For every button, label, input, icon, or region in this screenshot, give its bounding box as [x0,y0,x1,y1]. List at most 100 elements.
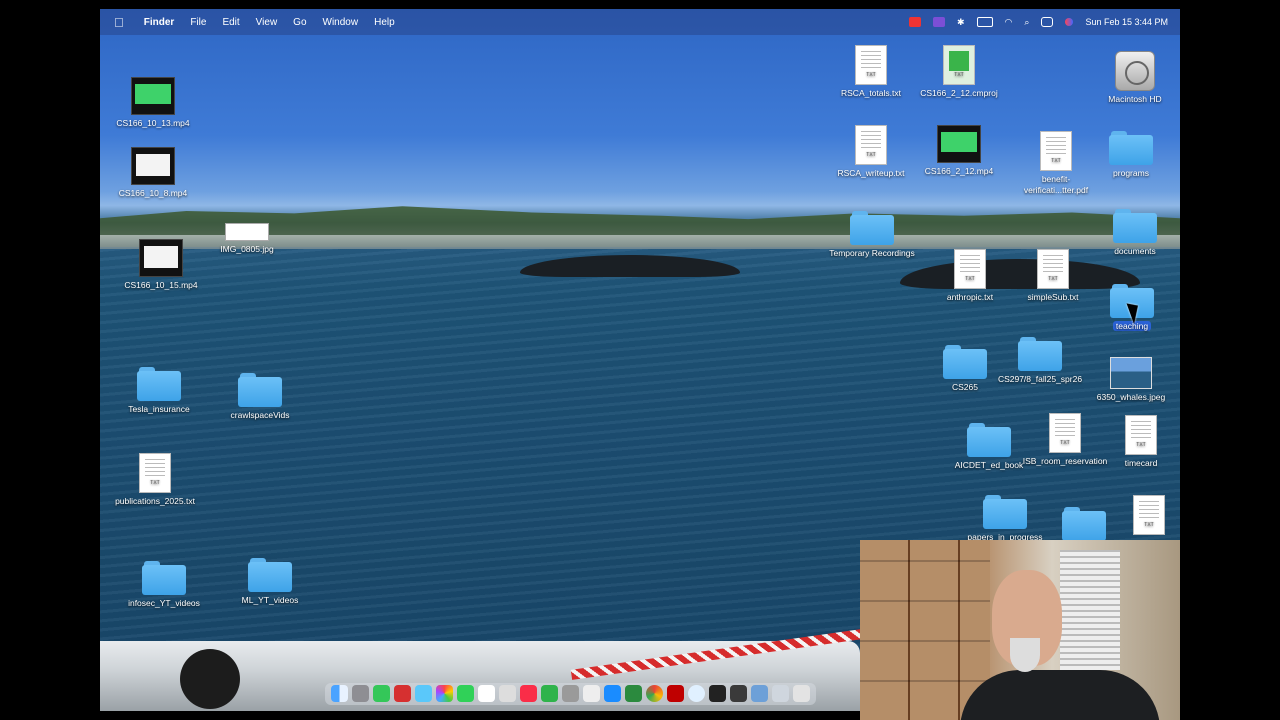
wallpaper-gear [180,649,240,709]
image-file-icon [1110,357,1152,389]
folder-icon [137,367,181,401]
folder-icon [983,495,1027,529]
desktop-file-rsca-totals[interactable]: RSCA_totals.txt [826,45,916,99]
terminal-icon[interactable] [709,685,726,702]
video-thumbnail-icon [131,77,175,115]
hard-drive-icon [1115,51,1155,91]
text-file-icon [855,125,887,165]
desktop-file-rsca-writeup[interactable]: RSCA_writeup.txt [826,125,916,179]
text-file-icon [1125,415,1157,455]
text-file-icon [954,249,986,289]
webcam-person-body [960,670,1160,720]
desktop-folder-papers-in-progress[interactable]: papers_in_progress [960,495,1050,543]
notes-icon[interactable] [499,685,516,702]
desktop-folder-programs[interactable]: programs [1086,131,1176,179]
video-thumbnail-icon [139,239,183,277]
desktop-folder-infosec-yt-videos[interactable]: infosec_YT_videos [119,561,209,609]
bluetooth-icon[interactable]: ✱ [957,17,965,28]
video-thumbnail-icon [131,147,175,185]
siri-icon[interactable] [1065,18,1074,26]
text-file-icon [855,45,887,85]
folder-icon [967,423,1011,457]
folder-icon [238,373,282,407]
desktop-video-cs166-10-13[interactable]: CS166_10_13.mp4 [108,77,198,129]
numbers-icon[interactable] [541,685,558,702]
desktop-drive-macintosh-hd[interactable]: Macintosh HD [1090,51,1180,105]
folder-icon [1062,507,1106,541]
desktop-folder-cs297[interactable]: CS297/8_fall25_spr26 [995,337,1085,385]
battery-icon[interactable] [976,17,993,27]
folder-icon [850,211,894,245]
photos-icon[interactable] [436,685,453,702]
menu-view[interactable]: View [248,17,286,28]
folder-icon [248,558,292,592]
wifi-icon[interactable]: ◠ [1005,17,1013,28]
menu-app-finder[interactable]: Finder [136,17,183,28]
menu-clock[interactable]: Sun Feb 15 3:44 PM [1085,17,1168,27]
desktop-folder-crawlspacevids[interactable]: crawlspaceVids [215,373,305,421]
desktop-file-cs166-2-12-cmproj[interactable]: CS166_2_12.cmproj [914,45,1004,99]
folder-icon [142,561,186,595]
messages-icon[interactable] [373,685,390,702]
safari-icon[interactable] [688,685,705,702]
maps-icon[interactable] [415,685,432,702]
app-store-icon[interactable] [604,685,621,702]
folder-icon [943,345,987,379]
desktop-image-img-0805[interactable]: IMG_0805.jpg [202,223,292,255]
downloads-icon[interactable] [772,685,789,702]
pencil-icon[interactable] [583,685,600,702]
desktop-file-anthropic[interactable]: anthropic.txt [925,249,1015,303]
desktop-folder-documents[interactable]: documents [1090,209,1180,257]
desktop-video-cs166-2-12[interactable]: CS166_2_12.mp4 [914,125,1004,177]
menu-file[interactable]: File [182,17,214,28]
project-file-icon [943,45,975,85]
desktop-image-6350-whales[interactable]: 6350_whales.jpeg [1086,357,1176,403]
desktop-file-timecard[interactable]: timecard [1096,415,1180,469]
folder-icon [1113,209,1157,243]
menu-help[interactable]: Help [366,17,403,28]
trash-icon[interactable] [793,685,810,702]
dock [325,683,816,705]
desktop-file-partial[interactable] [1104,495,1180,538]
webcam-background-tiles [860,540,990,720]
screenshot-icon[interactable] [562,685,579,702]
quicktime-icon[interactable] [730,685,747,702]
text-file-icon [139,453,171,493]
chrome-icon[interactable] [646,685,663,702]
image-file-icon [225,223,269,241]
pdf-file-icon [1040,131,1072,171]
desktop-folder-temporary-recordings[interactable]: Temporary Recordings [827,211,917,259]
camtasia-icon[interactable] [625,685,642,702]
control-center-icon[interactable] [1041,17,1054,27]
status-area: ✱ ◠ ⌕ Sun Feb 15 3:44 PM [908,9,1180,35]
folder-icon [1018,337,1062,371]
menu-window[interactable]: Window [315,17,367,28]
webcam-background-window [1060,550,1120,670]
filezilla-icon[interactable] [667,685,684,702]
record-icon[interactable] [908,17,921,27]
screen-share-icon[interactable] [932,17,945,27]
desktop-video-cs166-10-15[interactable]: CS166_10_15.mp4 [116,239,206,291]
apple-icon[interactable]:  [100,15,136,30]
text-file-icon [1049,413,1081,453]
shield-icon[interactable] [394,685,411,702]
desktop-folder-tesla-insurance[interactable]: Tesla_insurance [114,367,204,415]
search-icon[interactable]: ⌕ [1024,17,1029,28]
preview-icon[interactable] [751,685,768,702]
menu-go[interactable]: Go [285,17,314,28]
launchpad-icon[interactable] [352,685,369,702]
finder-icon[interactable] [331,685,348,702]
text-file-icon [1037,249,1069,289]
video-thumbnail-icon [937,125,981,163]
webcam-person-beard [1010,638,1040,672]
desktop-file-publications[interactable]: publications_2025.txt [110,453,200,507]
desktop-video-cs166-10-8[interactable]: CS166_10_8.mp4 [108,147,198,199]
desktop-file-simplesub[interactable]: simpleSub.txt [1008,249,1098,303]
calendar-icon[interactable] [478,685,495,702]
folder-icon [1109,131,1153,165]
webcam-overlay [860,540,1180,720]
music-icon[interactable] [520,685,537,702]
menu-edit[interactable]: Edit [214,17,247,28]
desktop-folder-ml-yt-videos[interactable]: ML_YT_videos [225,558,315,606]
facetime-icon[interactable] [457,685,474,702]
